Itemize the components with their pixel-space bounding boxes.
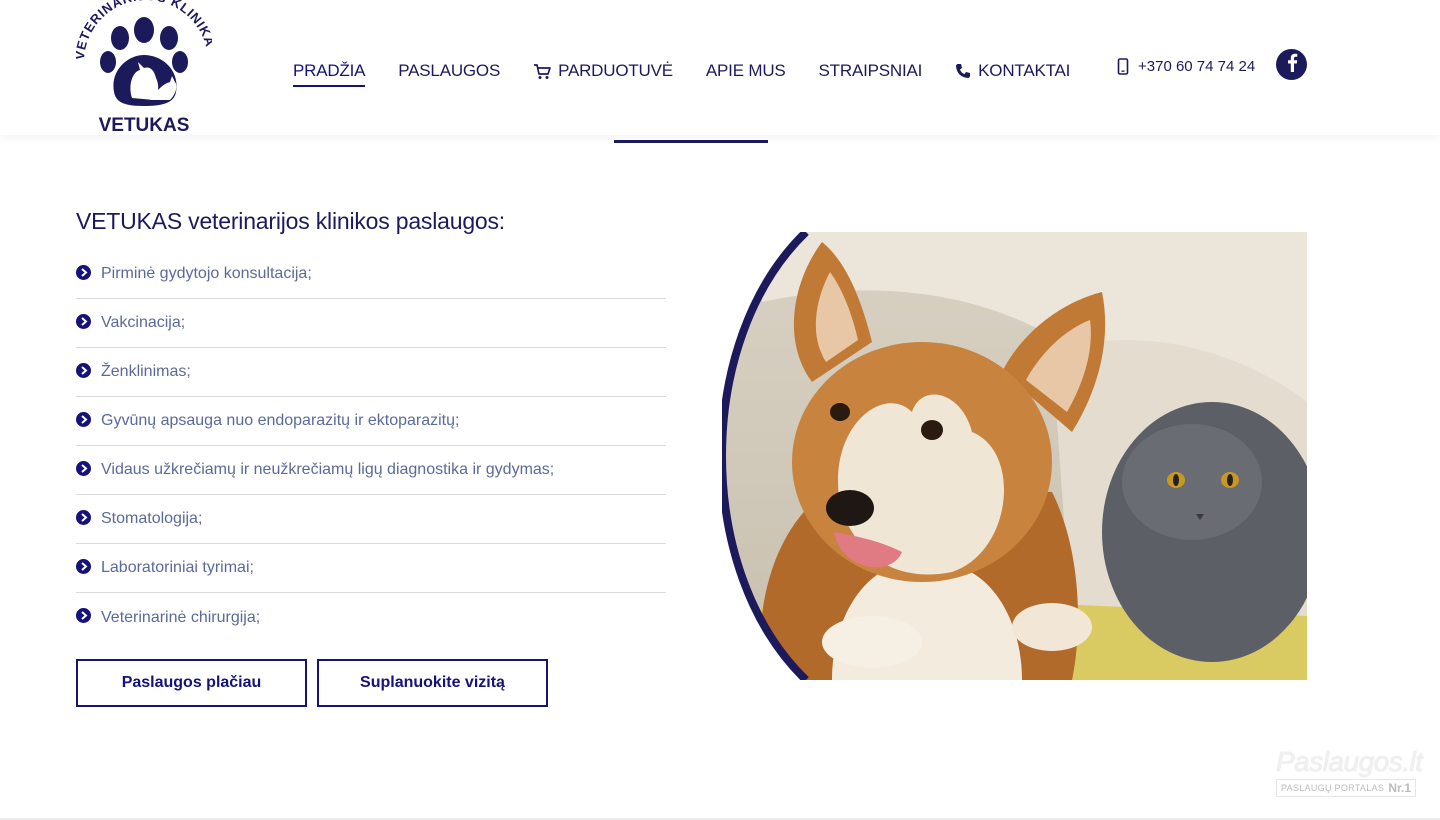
chevron-right-circle-icon bbox=[76, 411, 91, 427]
service-item: Stomatologija; bbox=[76, 495, 666, 544]
book-visit-button[interactable]: Suplanuokite vizitą bbox=[317, 659, 548, 707]
dropdown-indicator bbox=[614, 140, 768, 143]
nav-item-pradzia[interactable]: PRADŽIA bbox=[293, 56, 366, 87]
watermark-badge: Nr.1 bbox=[1388, 781, 1411, 795]
mobile-phone-icon bbox=[1117, 57, 1129, 75]
paw-logo-icon: VETERINARIJOS KLINIKA VETUKAS bbox=[76, 0, 212, 135]
chevron-right-circle-icon bbox=[76, 460, 91, 476]
watermark-title: Paslaugos.lt bbox=[1276, 746, 1423, 777]
service-label: Veterinarinė chirurgija; bbox=[101, 608, 261, 626]
chevron-right-circle-icon bbox=[76, 362, 91, 378]
service-item: Ženklinimas; bbox=[76, 348, 666, 397]
nav-item-label: KONTAKTAI bbox=[978, 61, 1071, 80]
page-title: VETUKAS veterinarijos klinikos paslaugos… bbox=[76, 208, 505, 234]
service-label: Gyvūnų apsauga nuo endoparazitų ir ektop… bbox=[101, 412, 460, 429]
service-item: Vidaus užkrečiamų ir neužkrečiamų ligų d… bbox=[76, 446, 666, 495]
paslaugos-watermark: Paslaugos.lt PASLAUGŲ PORTALAS Nr.1 bbox=[1276, 746, 1423, 798]
logo-name: VETUKAS bbox=[99, 115, 190, 135]
service-item: Gyvūnų apsauga nuo endoparazitų ir ektop… bbox=[76, 397, 666, 446]
nav-item-label: PASLAUGOS bbox=[398, 61, 501, 80]
nav-item-label: PARDUOTUVĖ bbox=[558, 61, 673, 80]
logo[interactable]: VETERINARIJOS KLINIKA VETUKAS bbox=[76, 0, 212, 135]
nav-item-paslaugos[interactable]: PASLAUGOS bbox=[398, 56, 500, 86]
chevron-right-circle-icon bbox=[76, 558, 91, 574]
services-more-button[interactable]: Paslaugos plačiau bbox=[76, 659, 307, 707]
service-label: Ženklinimas; bbox=[101, 363, 191, 380]
nav-item-label: APIE MUS bbox=[705, 61, 786, 80]
phone-number: +370 60 74 74 24 bbox=[1138, 57, 1256, 75]
nav-item-label: PRADŽIA bbox=[293, 61, 366, 80]
service-label: Vidaus užkrečiamų ir neužkrečiamų ligų d… bbox=[101, 461, 555, 478]
service-item: Pirminė gydytojo konsultacija; bbox=[76, 250, 666, 299]
chevron-right-circle-icon bbox=[76, 313, 91, 329]
services-list: Pirminė gydytojo konsultacija; Vakcinaci… bbox=[76, 250, 666, 642]
site-header: VETERINARIJOS KLINIKA VETUKAS PRADŽIA PA… bbox=[0, 0, 1440, 135]
nav-item-apie-mus[interactable]: APIE MUS bbox=[706, 56, 786, 86]
nav-item-label: STRAIPSNIAI bbox=[818, 61, 923, 80]
nav-item-kontaktai[interactable]: KONTAKTAI bbox=[955, 56, 1070, 86]
chevron-right-circle-icon bbox=[76, 608, 91, 623]
chevron-right-circle-icon bbox=[76, 509, 91, 525]
service-item: Laboratoriniai tyrimai; bbox=[76, 544, 666, 593]
service-label: Stomatologija; bbox=[101, 510, 203, 527]
watermark-subtitle: PASLAUGŲ PORTALAS bbox=[1281, 783, 1385, 793]
phone-handset-icon bbox=[955, 63, 971, 79]
service-label: Vakcinacija; bbox=[101, 314, 186, 331]
pets-photo bbox=[718, 229, 1307, 683]
facebook-icon bbox=[1286, 53, 1298, 77]
facebook-button[interactable] bbox=[1276, 49, 1307, 80]
header-phone[interactable]: +370 60 74 74 24 bbox=[1117, 55, 1255, 77]
main-nav: PRADŽIA PASLAUGOS PARDUOTUVĖ APIE MUS ST… bbox=[293, 56, 1103, 87]
nav-item-straipsniai[interactable]: STRAIPSNIAI bbox=[819, 56, 923, 86]
nav-item-parduotuve[interactable]: PARDUOTUVĖ bbox=[533, 56, 673, 86]
watermark-subtitle-row: PASLAUGŲ PORTALAS Nr.1 bbox=[1276, 779, 1416, 797]
service-label: Laboratoriniai tyrimai; bbox=[101, 559, 254, 576]
chevron-right-circle-icon bbox=[76, 264, 91, 280]
cart-icon bbox=[533, 63, 551, 80]
service-item: Veterinarinė chirurgija; bbox=[76, 593, 666, 642]
service-item: Vakcinacija; bbox=[76, 299, 666, 348]
service-label: Pirminė gydytojo konsultacija; bbox=[101, 265, 312, 282]
